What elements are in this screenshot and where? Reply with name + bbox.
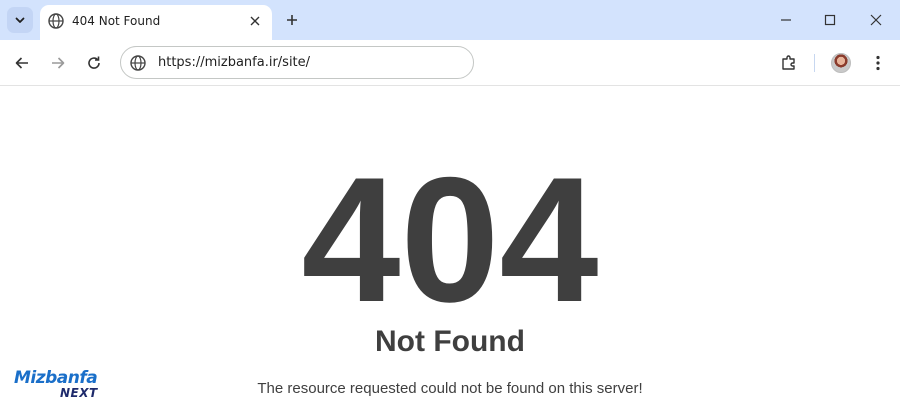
browser-tab-active[interactable]: 404 Not Found: [40, 5, 272, 40]
new-tab-button[interactable]: [280, 8, 304, 32]
logo-sub: NEXT: [60, 386, 98, 400]
reload-icon: [88, 56, 100, 69]
chevron-down-icon: [15, 17, 25, 23]
error-heading: Not Found: [375, 325, 525, 358]
extensions-icon: [782, 55, 795, 70]
plus-icon: [287, 15, 297, 25]
logo-brand: Mizbanfa: [14, 368, 98, 388]
close-window-button[interactable]: [864, 8, 888, 32]
globe-icon: [48, 13, 64, 29]
tab-title: 404 Not Found: [72, 14, 161, 28]
menu-button[interactable]: [866, 51, 890, 75]
mizbanfa-logo: Mizbanfa NEXT: [14, 368, 110, 408]
page-content: 404 Not Found The resource requested cou…: [0, 87, 900, 417]
maximize-icon: [824, 14, 836, 26]
forward-button[interactable]: [46, 51, 70, 75]
reload-button[interactable]: [82, 51, 106, 75]
address-bar[interactable]: https://mizbanfa.ir/site/: [120, 46, 474, 79]
extensions-button[interactable]: [777, 51, 801, 75]
site-info-icon[interactable]: [130, 55, 146, 71]
profile-avatar[interactable]: [831, 53, 851, 73]
toolbar-divider: [814, 54, 815, 72]
minimize-button[interactable]: [774, 8, 798, 32]
browser-titlebar: 404 Not Found: [0, 0, 900, 40]
back-arrow-icon: [15, 57, 28, 69]
tab-close-button[interactable]: [246, 12, 264, 30]
forward-arrow-icon: [52, 57, 65, 69]
maximize-button[interactable]: [818, 8, 842, 32]
kebab-menu-icon: [876, 55, 880, 71]
tab-search-button[interactable]: [7, 7, 33, 33]
browser-toolbar: https://mizbanfa.ir/site/: [0, 40, 900, 86]
close-icon: [250, 16, 260, 26]
error-code: 404: [301, 140, 599, 339]
close-window-icon: [870, 14, 882, 26]
error-message: The resource requested could not be foun…: [257, 380, 643, 397]
back-button[interactable]: [10, 51, 34, 75]
address-url[interactable]: https://mizbanfa.ir/site/: [158, 55, 310, 70]
minimize-icon: [781, 19, 791, 21]
